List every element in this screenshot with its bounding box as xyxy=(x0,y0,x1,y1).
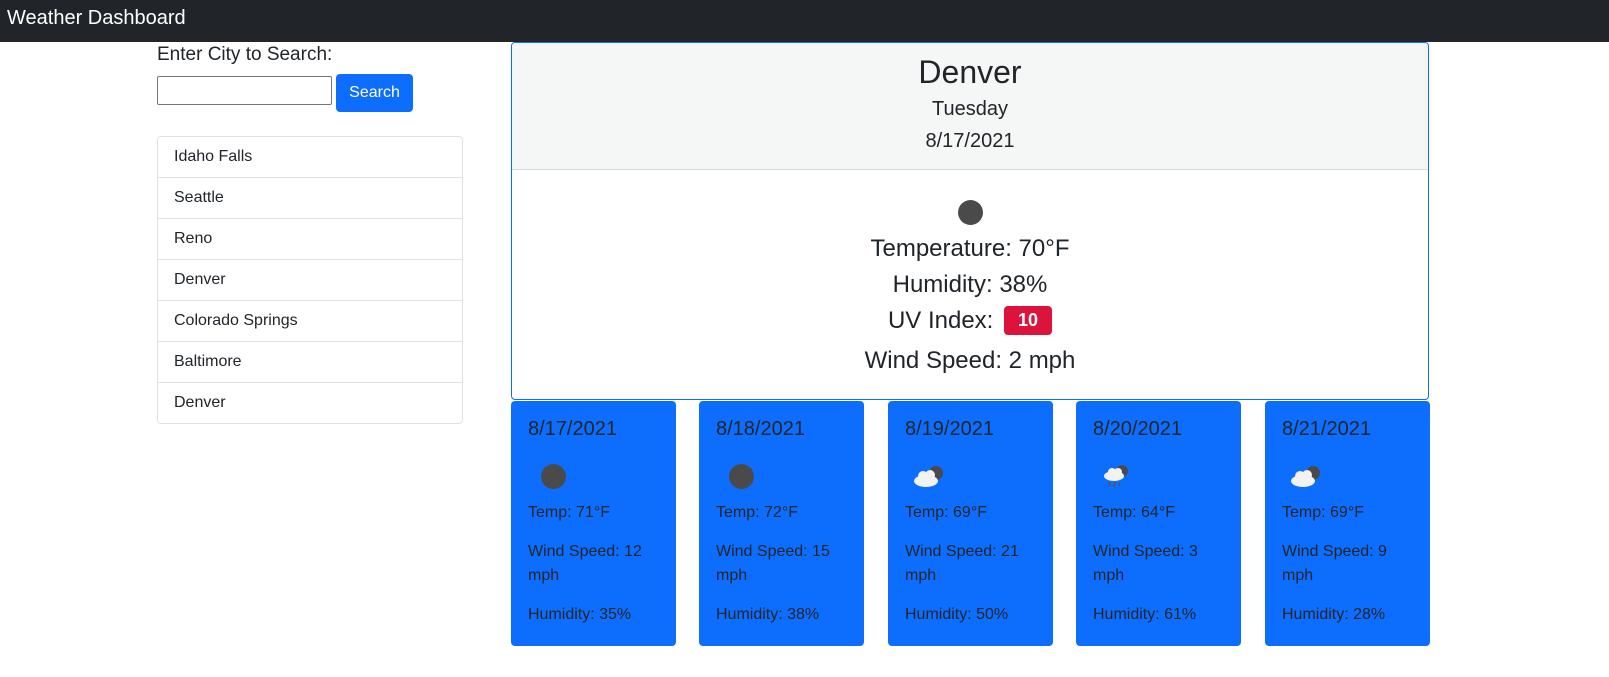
forecast-date: 8/17/2021 xyxy=(528,418,617,440)
forecast-card: 8/21/2021 Temp: 69°F Wind Speed: 9 mph H… xyxy=(1265,401,1430,646)
forecast-card: 8/18/2021 Temp: 72°F Wind Speed: 15 mph … xyxy=(699,401,864,646)
night-rain-icon xyxy=(1104,465,1128,488)
current-humidity: Humidity: 38% xyxy=(892,271,1048,298)
current-uv-row: UV Index: 10 xyxy=(512,306,1428,336)
navbar: Weather Dashboard xyxy=(0,0,1609,42)
forecast-humidity: Humidity: 50% xyxy=(905,606,1009,623)
current-city-name: Denver xyxy=(918,54,1022,90)
uv-index-label: UV Index: xyxy=(887,307,994,334)
forecast-wind: Wind Speed: 3 mph xyxy=(1093,543,1198,584)
forecast-temp: Temp: 71°F xyxy=(528,504,610,521)
forecast-date: 8/21/2021 xyxy=(1282,418,1371,440)
night-clear-icon xyxy=(958,200,983,225)
forecast-card: 8/19/2021 Temp: 69°F Wind Speed: 21 mph … xyxy=(888,401,1053,646)
current-wind-speed: Wind Speed: 2 mph xyxy=(864,347,1076,374)
forecast-wind: Wind Speed: 9 mph xyxy=(1282,543,1387,584)
current-date: 8/17/2021 xyxy=(925,130,1015,152)
forecast-humidity: Humidity: 28% xyxy=(1282,606,1386,623)
night-clear-icon xyxy=(541,464,566,489)
forecast-temp: Temp: 69°F xyxy=(905,504,987,521)
forecast-temp: Temp: 64°F xyxy=(1093,504,1175,521)
uv-index-badge: 10 xyxy=(1004,306,1053,335)
forecast-date: 8/19/2021 xyxy=(905,418,994,440)
search-button[interactable]: Search xyxy=(336,74,413,112)
forecast-date: 8/20/2021 xyxy=(1093,418,1182,440)
forecast-temp: Temp: 72°F xyxy=(716,504,798,521)
forecast-temp: Temp: 69°F xyxy=(1282,504,1364,521)
history-item[interactable]: Idaho Falls xyxy=(158,137,462,177)
forecast-humidity: Humidity: 38% xyxy=(716,606,820,623)
night-cloudy-icon xyxy=(914,466,943,487)
forecast-card: 8/17/2021 Temp: 71°F Wind Speed: 12 mph … xyxy=(511,401,676,646)
current-temperature: Temperature: 70°F xyxy=(870,235,1070,262)
history-item[interactable]: Colorado Springs xyxy=(158,300,462,341)
forecast-date: 8/18/2021 xyxy=(716,418,805,440)
forecast-wind: Wind Speed: 15 mph xyxy=(716,543,830,584)
forecast-humidity: Humidity: 61% xyxy=(1093,606,1197,623)
history-item[interactable]: Baltimore xyxy=(158,341,462,382)
history-item[interactable]: Reno xyxy=(158,218,462,259)
history-item[interactable]: Denver xyxy=(158,259,462,300)
app-title: Weather Dashboard xyxy=(7,7,186,29)
history-item[interactable]: Seattle xyxy=(158,177,462,218)
forecast-wind: Wind Speed: 12 mph xyxy=(528,543,642,584)
city-search-input[interactable] xyxy=(157,76,332,105)
search-label: Enter City to Search: xyxy=(157,44,333,65)
forecast-card: 8/20/2021 Temp: 64°F Wind Speed: 3 mph H… xyxy=(1076,401,1241,646)
night-clear-icon xyxy=(729,464,754,489)
current-weather-card: Denver Tuesday 8/17/2021 Temperature: 70… xyxy=(511,42,1429,400)
current-weather-header: Denver Tuesday 8/17/2021 xyxy=(512,43,1428,170)
night-cloudy-icon xyxy=(1291,466,1320,487)
forecast-humidity: Humidity: 35% xyxy=(528,606,632,623)
search-history-list: Idaho Falls Seattle Reno Denver Colorado… xyxy=(157,136,463,424)
current-day: Tuesday xyxy=(932,98,1008,120)
history-item[interactable]: Denver xyxy=(158,382,462,423)
forecast-wind: Wind Speed: 21 mph xyxy=(905,543,1019,584)
